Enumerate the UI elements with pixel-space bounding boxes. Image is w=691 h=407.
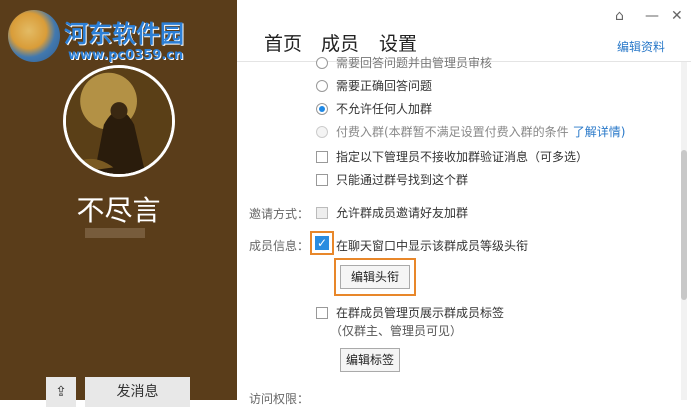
checkbox-show-title[interactable]: ✓ [315, 236, 329, 250]
tab-settings[interactable]: 设置 [379, 29, 417, 56]
blurred-group-id [85, 228, 145, 238]
share-button[interactable]: ⇪ [46, 377, 76, 407]
join-option-no-one[interactable]: 不允许任何人加群 [316, 100, 432, 117]
invite-option[interactable]: 允许群成员邀请好友加群 [316, 204, 468, 221]
learn-more-link[interactable]: 了解详情) [573, 123, 626, 140]
share-icon: ⇪ [55, 384, 67, 400]
checkmark-icon: ✓ [316, 236, 328, 250]
join-option-answer-review[interactable]: 需要回答问题并由管理员审核 [316, 54, 492, 71]
join-option-paid: 付费入群(本群暂不满足设置付费入群的条件 了解详情) [316, 123, 625, 140]
access-label: 访问权限： [249, 392, 310, 406]
watermark-title: 河东软件园 [64, 20, 184, 48]
radio-need-answer[interactable] [316, 79, 328, 92]
show-title-option[interactable]: 在聊天窗口中显示该群成员等级头衔 [336, 237, 528, 254]
radio-no-one[interactable] [316, 102, 328, 115]
tab-home[interactable]: 首页 [264, 29, 302, 56]
radio-answer-review[interactable] [316, 56, 328, 69]
member-info-label: 成员信息： [249, 239, 310, 253]
search-only-option[interactable]: 只能通过群号找到这个群 [316, 171, 468, 188]
send-message-button[interactable]: 发消息 [85, 377, 190, 407]
radio-paid [316, 125, 328, 138]
checkbox-show-tags[interactable] [316, 306, 328, 319]
show-tags-option[interactable]: 在群成员管理页展示群成员标签 [316, 304, 504, 321]
join-option-need-answer[interactable]: 需要正确回答问题 [316, 77, 432, 94]
watermark-url: www.pc0359.cn [68, 48, 184, 63]
checkbox-search-only[interactable] [316, 173, 328, 186]
profile-panel: 河东软件园 www.pc0359.cn 不尽言 ⇪ 发消息 [0, 0, 237, 407]
admin-no-verify-option[interactable]: 指定以下管理员不接收加群验证消息（可多选） [316, 148, 588, 165]
checkbox-invite[interactable] [316, 206, 328, 219]
checkbox-admin-no-verify[interactable] [316, 150, 328, 163]
close-icon[interactable]: ✕ [671, 8, 683, 24]
watermark-logo-icon [8, 10, 60, 62]
scrollbar-thumb[interactable] [681, 150, 687, 300]
invite-label: 邀请方式： [249, 207, 310, 221]
tab-members[interactable]: 成员 [321, 29, 359, 56]
group-name: 不尽言 [76, 194, 161, 227]
skin-icon[interactable]: ⌂ [615, 8, 624, 24]
tags-note: （仅群主、管理员可见） [330, 324, 463, 338]
watermark: 河东软件园 www.pc0359.cn [4, 6, 204, 66]
settings-panel: ⌂ — ✕ 首页 成员 设置 编辑资料 需要回答问题并由管理员审核 需要正确回答… [237, 0, 691, 406]
edit-title-button[interactable]: 编辑头衔 [340, 265, 410, 289]
edit-profile-link[interactable]: 编辑资料 [617, 38, 665, 55]
minimize-icon[interactable]: — [645, 8, 659, 24]
group-avatar[interactable] [63, 65, 175, 177]
edit-tags-button[interactable]: 编辑标签 [340, 348, 400, 372]
